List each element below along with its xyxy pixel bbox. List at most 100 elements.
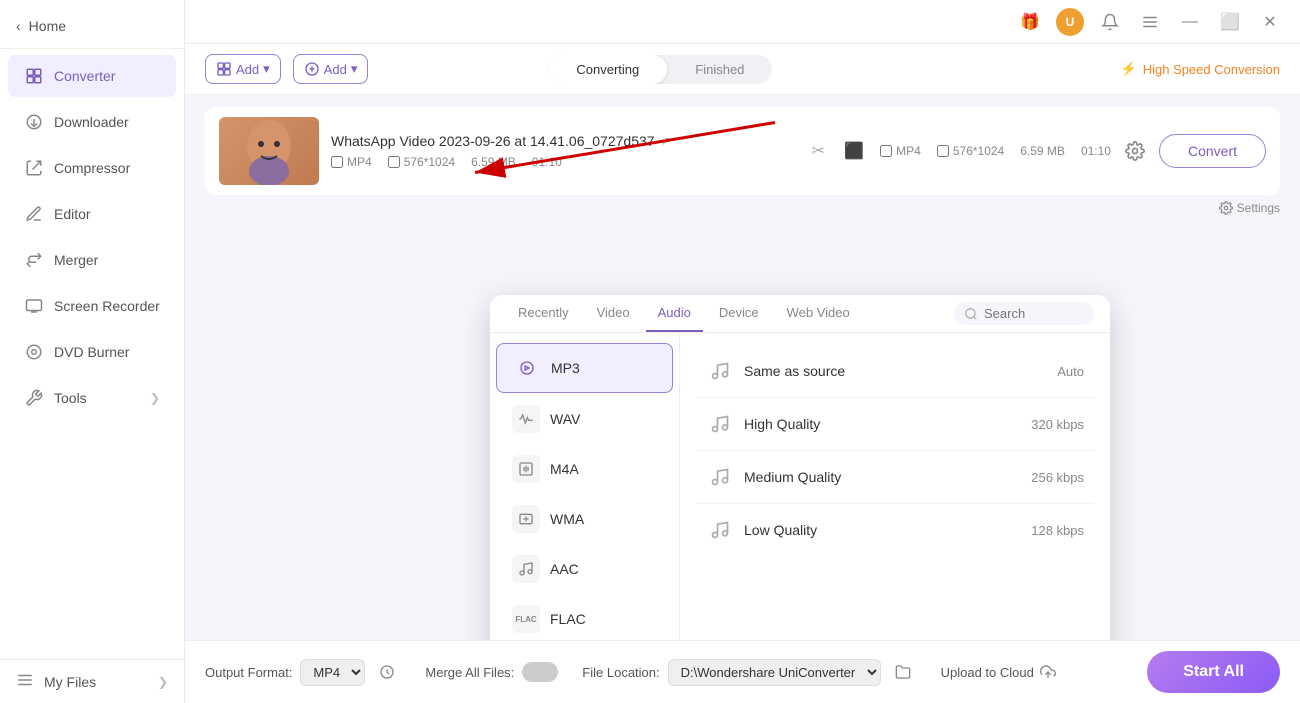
quality-same-label: Same as source (744, 363, 1047, 379)
format-item-mp3[interactable]: MP3 (496, 343, 673, 393)
resolution-check-dst[interactable] (937, 145, 949, 157)
resolution-src-text: 576*1024 (404, 155, 455, 169)
quality-same[interactable]: Same as source Auto (696, 345, 1094, 398)
minimize-icon[interactable]: — (1176, 8, 1204, 36)
quality-high[interactable]: High Quality 320 kbps (696, 398, 1094, 451)
start-all-button[interactable]: Start All (1147, 651, 1280, 693)
add-quick-label: Add (324, 62, 347, 77)
resolution-dst: 576*1024 (937, 144, 1004, 158)
my-files-arrow: ❯ (158, 675, 168, 689)
quality-medium[interactable]: Medium Quality 256 kbps (696, 451, 1094, 504)
converter-icon (24, 66, 44, 86)
crop-icon[interactable]: ⬛ (840, 137, 868, 165)
high-speed-button[interactable]: ⚡ High Speed Conversion (1121, 61, 1281, 77)
format-item-aac[interactable]: AAC (496, 545, 673, 593)
add-file-chevron: ▾ (263, 61, 270, 77)
merge-label: Merge All Files: (425, 665, 514, 680)
quality-high-label: High Quality (744, 416, 1021, 432)
file-row: WhatsApp Video 2023-09-26 at 14.41.06_07… (205, 107, 1280, 195)
sidebar-item-merger[interactable]: Merger (8, 239, 176, 281)
merge-toggle[interactable] (522, 662, 558, 682)
output-format-select[interactable]: MP4 (300, 659, 365, 686)
quality-medium-icon (706, 463, 734, 491)
merge-field: Merge All Files: (425, 662, 558, 682)
gift-icon[interactable]: 🎁 (1016, 8, 1044, 36)
file-location-field: File Location: D:\Wondershare UniConvert… (582, 658, 916, 686)
quality-medium-value: 256 kbps (1031, 470, 1084, 485)
sidebar-item-tools[interactable]: Tools ❯ (8, 377, 176, 419)
convert-button[interactable]: Convert (1159, 134, 1266, 168)
sidebar-editor-label: Editor (54, 206, 91, 222)
quality-list: Same as source Auto High Quality 320 kbp… (680, 333, 1110, 640)
format-check-src[interactable] (331, 156, 343, 168)
external-link-icon[interactable]: ↗ (661, 134, 671, 148)
sidebar-item-editor[interactable]: Editor (8, 193, 176, 235)
resolution-src: 576*1024 (388, 155, 455, 169)
format-item-wav[interactable]: WAV (496, 395, 673, 443)
sidebar-tools-expand: ❯ (150, 391, 160, 405)
sidebar-item-dvd-burner[interactable]: DVD Burner (8, 331, 176, 373)
close-icon[interactable]: ✕ (1256, 8, 1284, 36)
settings-button[interactable]: Settings (1219, 201, 1280, 215)
format-list: MP3 WAV M4A (490, 333, 680, 640)
sidebar-screen-recorder-label: Screen Recorder (54, 298, 160, 314)
quality-low-value: 128 kbps (1031, 523, 1084, 538)
file-name: WhatsApp Video 2023-09-26 at 14.41.06_07… (331, 133, 792, 149)
main-content: 🎁 U — ⬜ ✕ Add ▾ Add ▾ Converting (185, 0, 1300, 703)
format-checkbox-dst[interactable]: MP4 (880, 144, 921, 158)
tab-device[interactable]: Device (707, 295, 771, 332)
menu-icon[interactable] (1136, 8, 1164, 36)
output-format-icon[interactable] (373, 658, 401, 686)
tab-audio[interactable]: Audio (646, 295, 703, 332)
sidebar-converter-label: Converter (54, 68, 115, 84)
format-check-dst[interactable] (880, 145, 892, 157)
tab-converting[interactable]: Converting (548, 55, 667, 84)
format-item-flac[interactable]: FLAC FLAC (496, 595, 673, 640)
file-area: WhatsApp Video 2023-09-26 at 14.41.06_07… (185, 95, 1300, 640)
sidebar-home-label: Home (29, 18, 66, 34)
tools-icon (24, 388, 44, 408)
sidebar-home[interactable]: ‹ Home (0, 8, 184, 44)
format-wav-label: WAV (550, 411, 580, 427)
search-icon (964, 307, 978, 321)
sidebar-item-converter[interactable]: Converter (8, 55, 176, 97)
tab-recently[interactable]: Recently (506, 295, 581, 332)
sidebar-downloader-label: Downloader (54, 114, 129, 130)
quality-high-icon (706, 410, 734, 438)
file-info: WhatsApp Video 2023-09-26 at 14.41.06_07… (331, 133, 792, 169)
file-location-select[interactable]: D:\Wondershare UniConverter (668, 659, 881, 686)
upload-cloud-button[interactable]: Upload to Cloud (941, 664, 1056, 680)
avatar[interactable]: U (1056, 8, 1084, 36)
screen-recorder-icon (24, 296, 44, 316)
file-actions: ✂ ⬛ (804, 137, 868, 165)
quality-low[interactable]: Low Quality 128 kbps (696, 504, 1094, 556)
tab-web-video[interactable]: Web Video (775, 295, 862, 332)
add-file-button[interactable]: Add ▾ (205, 54, 281, 84)
merger-icon (24, 250, 44, 270)
content-area: Add ▾ Add ▾ Converting Finished ⚡ High S… (185, 44, 1300, 703)
format-item-wma[interactable]: WMA (496, 495, 673, 543)
maximize-icon[interactable]: ⬜ (1216, 8, 1244, 36)
sidebar-item-screen-recorder[interactable]: Screen Recorder (8, 285, 176, 327)
dropdown-tabs: Recently Video Audio Device Web Video (490, 295, 1110, 333)
add-quick-button[interactable]: Add ▾ (293, 54, 369, 84)
sidebar: ‹ Home Converter Downloader Compressor E… (0, 0, 185, 703)
file-location-label: File Location: (582, 665, 659, 680)
upload-cloud-label: Upload to Cloud (941, 665, 1034, 680)
settings-icon[interactable] (1121, 137, 1149, 165)
tab-finished[interactable]: Finished (667, 55, 772, 84)
tab-video[interactable]: Video (585, 295, 642, 332)
sidebar-my-files[interactable]: My Files ❯ (0, 659, 184, 703)
format-item-m4a[interactable]: M4A (496, 445, 673, 493)
resolution-check-src[interactable] (388, 156, 400, 168)
sidebar-item-downloader[interactable]: Downloader (8, 101, 176, 143)
format-dropdown: Recently Video Audio Device Web Video (490, 295, 1110, 640)
folder-icon[interactable] (889, 658, 917, 686)
sidebar-item-compressor[interactable]: Compressor (8, 147, 176, 189)
sidebar-dvd-burner-label: DVD Burner (54, 344, 129, 360)
search-input[interactable] (984, 306, 1084, 321)
format-checkbox-src[interactable]: MP4 (331, 155, 372, 169)
search-box[interactable] (954, 302, 1094, 325)
cut-icon[interactable]: ✂ (804, 137, 832, 165)
bell-icon[interactable] (1096, 8, 1124, 36)
